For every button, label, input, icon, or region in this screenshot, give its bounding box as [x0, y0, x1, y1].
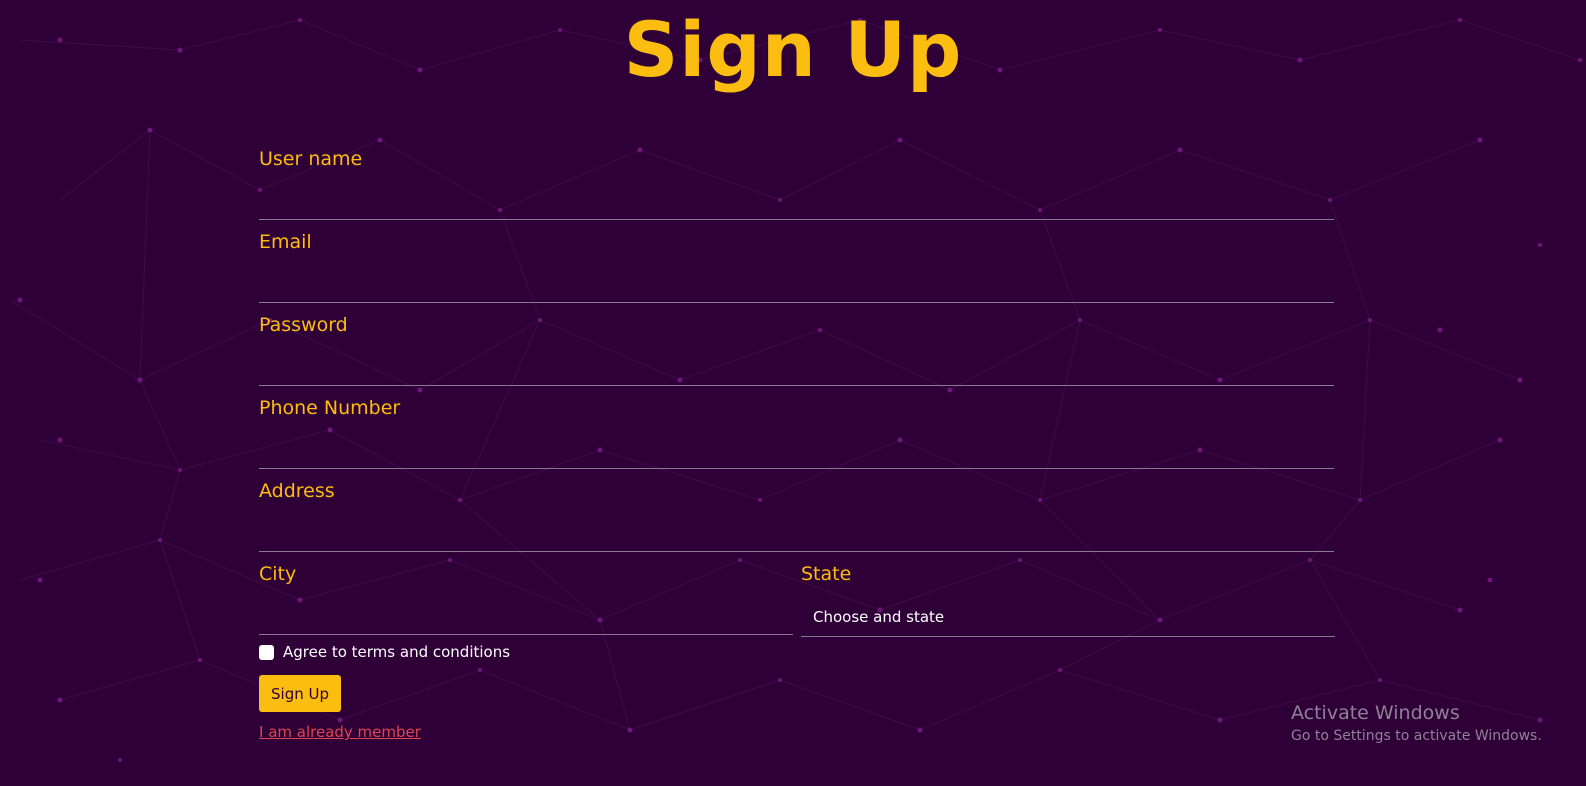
state-field-group: State Choose and state — [801, 563, 1335, 643]
state-select-value: Choose and state — [813, 608, 945, 626]
password-input[interactable] — [259, 348, 1334, 386]
phone-field-group: Phone Number — [259, 397, 1334, 477]
address-input[interactable] — [259, 514, 1334, 552]
state-select[interactable]: Choose and state — [801, 597, 1335, 637]
address-label: Address — [259, 480, 335, 502]
agree-terms-label: Agree to terms and conditions — [283, 643, 511, 661]
state-label: State — [801, 563, 852, 585]
address-field-group: Address — [259, 480, 1334, 560]
phone-label: Phone Number — [259, 397, 401, 419]
email-input[interactable] — [259, 265, 1334, 303]
phone-input[interactable] — [259, 431, 1334, 469]
city-label: City — [259, 563, 297, 585]
activate-windows-watermark: Activate Windows Go to Settings to activ… — [1291, 702, 1542, 744]
signup-page: Sign Up User name Email Password Phone N… — [0, 0, 1586, 786]
signup-button[interactable]: Sign Up — [259, 675, 341, 712]
password-label: Password — [259, 314, 348, 336]
username-input[interactable] — [259, 182, 1334, 220]
city-input[interactable] — [259, 597, 793, 635]
email-label: Email — [259, 231, 312, 253]
email-field-group: Email — [259, 231, 1334, 311]
page-title: Sign Up — [623, 5, 963, 94]
watermark-subtitle: Go to Settings to activate Windows. — [1291, 728, 1542, 744]
username-label: User name — [259, 148, 363, 170]
watermark-title: Activate Windows — [1291, 702, 1460, 724]
agree-terms-checkbox[interactable] — [259, 645, 274, 660]
username-field-group: User name — [259, 148, 1334, 228]
already-member-link[interactable]: I am already member — [259, 723, 421, 741]
city-field-group: City — [259, 563, 793, 643]
password-field-group: Password — [259, 314, 1334, 394]
